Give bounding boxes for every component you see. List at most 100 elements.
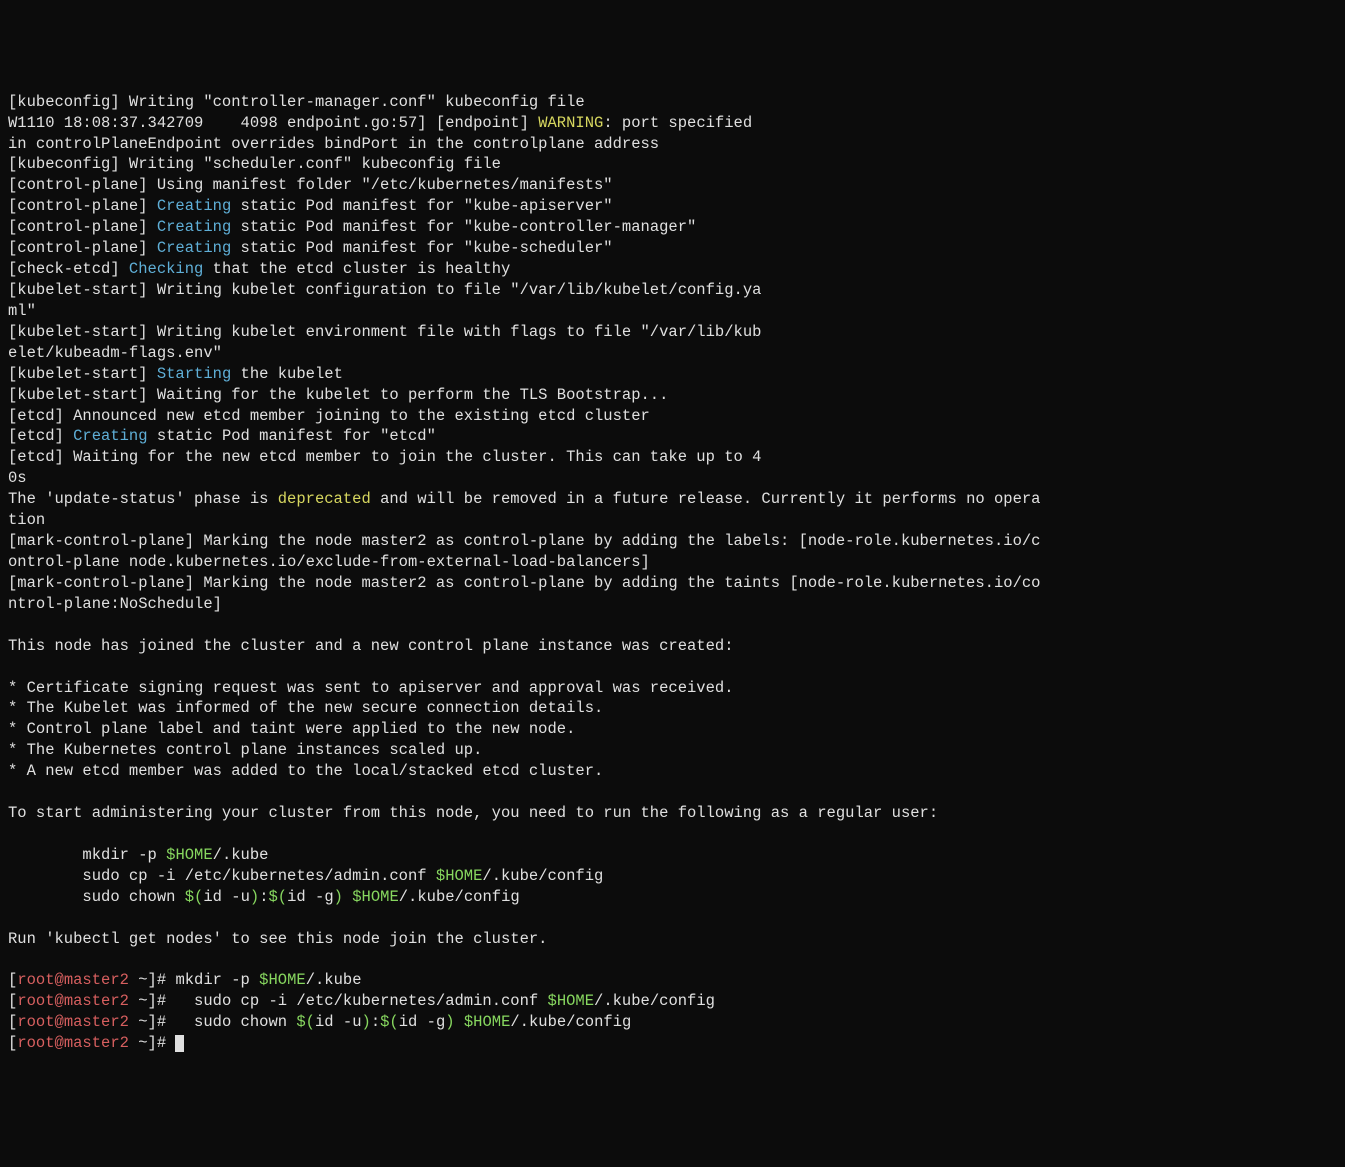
terminal-line: [kubelet-start] Waiting for the kubelet … bbox=[8, 385, 1337, 406]
terminal-line: [control-plane] Creating static Pod mani… bbox=[8, 196, 1337, 217]
terminal-text: /.kube bbox=[213, 846, 269, 864]
terminal-text: Run 'kubectl get nodes' to see this node… bbox=[8, 930, 548, 948]
terminal-text: [ bbox=[8, 1034, 17, 1052]
terminal-text: ~]# mkdir -p bbox=[129, 971, 259, 989]
terminal-line: * Certificate signing request was sent t… bbox=[8, 678, 1337, 699]
terminal-line: [root@master2 ~]# sudo chown $(id -u):$(… bbox=[8, 1012, 1337, 1033]
terminal-text: root@master2 bbox=[17, 992, 129, 1010]
terminal-text: ) bbox=[445, 1013, 464, 1031]
terminal-text: ~]# sudo chown bbox=[129, 1013, 296, 1031]
terminal-text: $( bbox=[380, 1013, 399, 1031]
terminal-text: sudo cp -i /etc/kubernetes/admin.conf bbox=[8, 867, 436, 885]
terminal-text: elet/kubeadm-flags.env" bbox=[8, 344, 222, 362]
terminal-text: static Pod manifest for "kube-apiserver" bbox=[231, 197, 612, 215]
terminal-text: static Pod manifest for "kube-scheduler" bbox=[231, 239, 612, 257]
terminal-text: Checking bbox=[129, 260, 203, 278]
cursor bbox=[175, 1035, 184, 1052]
terminal-line: [kubelet-start] Starting the kubelet bbox=[8, 364, 1337, 385]
terminal-text: $( bbox=[296, 1013, 315, 1031]
terminal-line bbox=[8, 949, 1337, 970]
terminal-line: sudo chown $(id -u):$(id -g) $HOME/.kube… bbox=[8, 887, 1337, 908]
terminal-text: [ bbox=[8, 1013, 17, 1031]
terminal-text: the kubelet bbox=[231, 365, 343, 383]
terminal-text: * Control plane label and taint were app… bbox=[8, 720, 575, 738]
terminal-text: Starting bbox=[157, 365, 231, 383]
terminal-line: * The Kubelet was informed of the new se… bbox=[8, 698, 1337, 719]
terminal-line: This node has joined the cluster and a n… bbox=[8, 636, 1337, 657]
terminal-text: ntrol-plane:NoSchedule] bbox=[8, 595, 222, 613]
terminal-line: [control-plane] Creating static Pod mani… bbox=[8, 238, 1337, 259]
terminal-line: [check-etcd] Checking that the etcd clus… bbox=[8, 259, 1337, 280]
terminal-text: root@master2 bbox=[17, 1013, 129, 1031]
terminal-line: 0s bbox=[8, 468, 1337, 489]
terminal-text: in controlPlaneEndpoint overrides bindPo… bbox=[8, 135, 659, 153]
terminal-text: [control-plane] bbox=[8, 218, 157, 236]
terminal-text: /.kube/config bbox=[594, 992, 715, 1010]
terminal-text: [mark-control-plane] Marking the node ma… bbox=[8, 532, 1040, 550]
terminal-line: [control-plane] Using manifest folder "/… bbox=[8, 175, 1337, 196]
terminal-line: [kubeconfig] Writing "scheduler.conf" ku… bbox=[8, 154, 1337, 175]
terminal-text: [kubelet-start] Writing kubelet environm… bbox=[8, 323, 761, 341]
terminal-text: $( bbox=[185, 888, 204, 906]
terminal-text: * A new etcd member was added to the loc… bbox=[8, 762, 603, 780]
terminal-text: To start administering your cluster from… bbox=[8, 804, 938, 822]
terminal-line: tion bbox=[8, 510, 1337, 531]
terminal-text: * The Kubelet was informed of the new se… bbox=[8, 699, 603, 717]
terminal-line: * The Kubernetes control plane instances… bbox=[8, 740, 1337, 761]
terminal-text: : bbox=[371, 1013, 380, 1031]
terminal-text: [control-plane] bbox=[8, 197, 157, 215]
terminal-text: $HOME bbox=[352, 888, 399, 906]
terminal-text: $HOME bbox=[548, 992, 595, 1010]
terminal-text: mkdir -p bbox=[8, 846, 166, 864]
terminal-text: ontrol-plane node.kubernetes.io/exclude-… bbox=[8, 553, 650, 571]
terminal-text: that the etcd cluster is healthy bbox=[203, 260, 510, 278]
terminal-text: /.kube/config bbox=[510, 1013, 631, 1031]
terminal-text: Creating bbox=[157, 239, 231, 257]
terminal-line: [mark-control-plane] Marking the node ma… bbox=[8, 573, 1337, 594]
terminal-line: [etcd] Creating static Pod manifest for … bbox=[8, 426, 1337, 447]
terminal-text: ) bbox=[362, 1013, 371, 1031]
terminal-line: * A new etcd member was added to the loc… bbox=[8, 761, 1337, 782]
terminal-text: [control-plane] Using manifest folder "/… bbox=[8, 176, 613, 194]
terminal[interactable]: [kubeconfig] Writing "controller-manager… bbox=[8, 92, 1337, 1054]
terminal-text: /.kube/config bbox=[399, 888, 520, 906]
terminal-line: ontrol-plane node.kubernetes.io/exclude-… bbox=[8, 552, 1337, 573]
terminal-line: Run 'kubectl get nodes' to see this node… bbox=[8, 929, 1337, 950]
terminal-text: [etcd] Announced new etcd member joining… bbox=[8, 407, 650, 425]
terminal-line bbox=[8, 615, 1337, 636]
terminal-text: /.kube bbox=[306, 971, 362, 989]
terminal-text: W1110 18:08:37.342709 4098 endpoint.go:5… bbox=[8, 114, 538, 132]
terminal-line bbox=[8, 657, 1337, 678]
terminal-text: root@master2 bbox=[17, 971, 129, 989]
terminal-text: ) bbox=[334, 888, 353, 906]
terminal-text: [check-etcd] bbox=[8, 260, 129, 278]
terminal-line: * Control plane label and taint were app… bbox=[8, 719, 1337, 740]
terminal-line: The 'update-status' phase is deprecated … bbox=[8, 489, 1337, 510]
terminal-line: [kubelet-start] Writing kubelet configur… bbox=[8, 280, 1337, 301]
terminal-text: [kubelet-start] bbox=[8, 365, 157, 383]
terminal-line: W1110 18:08:37.342709 4098 endpoint.go:5… bbox=[8, 113, 1337, 134]
terminal-text: ) bbox=[250, 888, 259, 906]
terminal-line: [root@master2 ~]# mkdir -p $HOME/.kube bbox=[8, 970, 1337, 991]
terminal-line bbox=[8, 782, 1337, 803]
terminal-line: [etcd] Announced new etcd member joining… bbox=[8, 406, 1337, 427]
terminal-line: elet/kubeadm-flags.env" bbox=[8, 343, 1337, 364]
terminal-line: [mark-control-plane] Marking the node ma… bbox=[8, 531, 1337, 552]
terminal-line: [root@master2 ~]# sudo cp -i /etc/kubern… bbox=[8, 991, 1337, 1012]
terminal-text: WARNING bbox=[538, 114, 603, 132]
terminal-text: : port specified bbox=[603, 114, 752, 132]
terminal-text: This node has joined the cluster and a n… bbox=[8, 637, 734, 655]
terminal-line: [root@master2 ~]# bbox=[8, 1033, 1337, 1054]
terminal-text: deprecated bbox=[278, 490, 371, 508]
terminal-text: : bbox=[259, 888, 268, 906]
terminal-text: [etcd] bbox=[8, 427, 73, 445]
terminal-text: id -g bbox=[399, 1013, 446, 1031]
terminal-line: ml" bbox=[8, 301, 1337, 322]
terminal-line bbox=[8, 824, 1337, 845]
terminal-line: [control-plane] Creating static Pod mani… bbox=[8, 217, 1337, 238]
terminal-text: Creating bbox=[157, 218, 231, 236]
terminal-text: and will be removed in a future release.… bbox=[371, 490, 1041, 508]
terminal-text: id -g bbox=[287, 888, 334, 906]
terminal-text: static Pod manifest for "etcd" bbox=[148, 427, 436, 445]
terminal-text: sudo chown bbox=[8, 888, 185, 906]
